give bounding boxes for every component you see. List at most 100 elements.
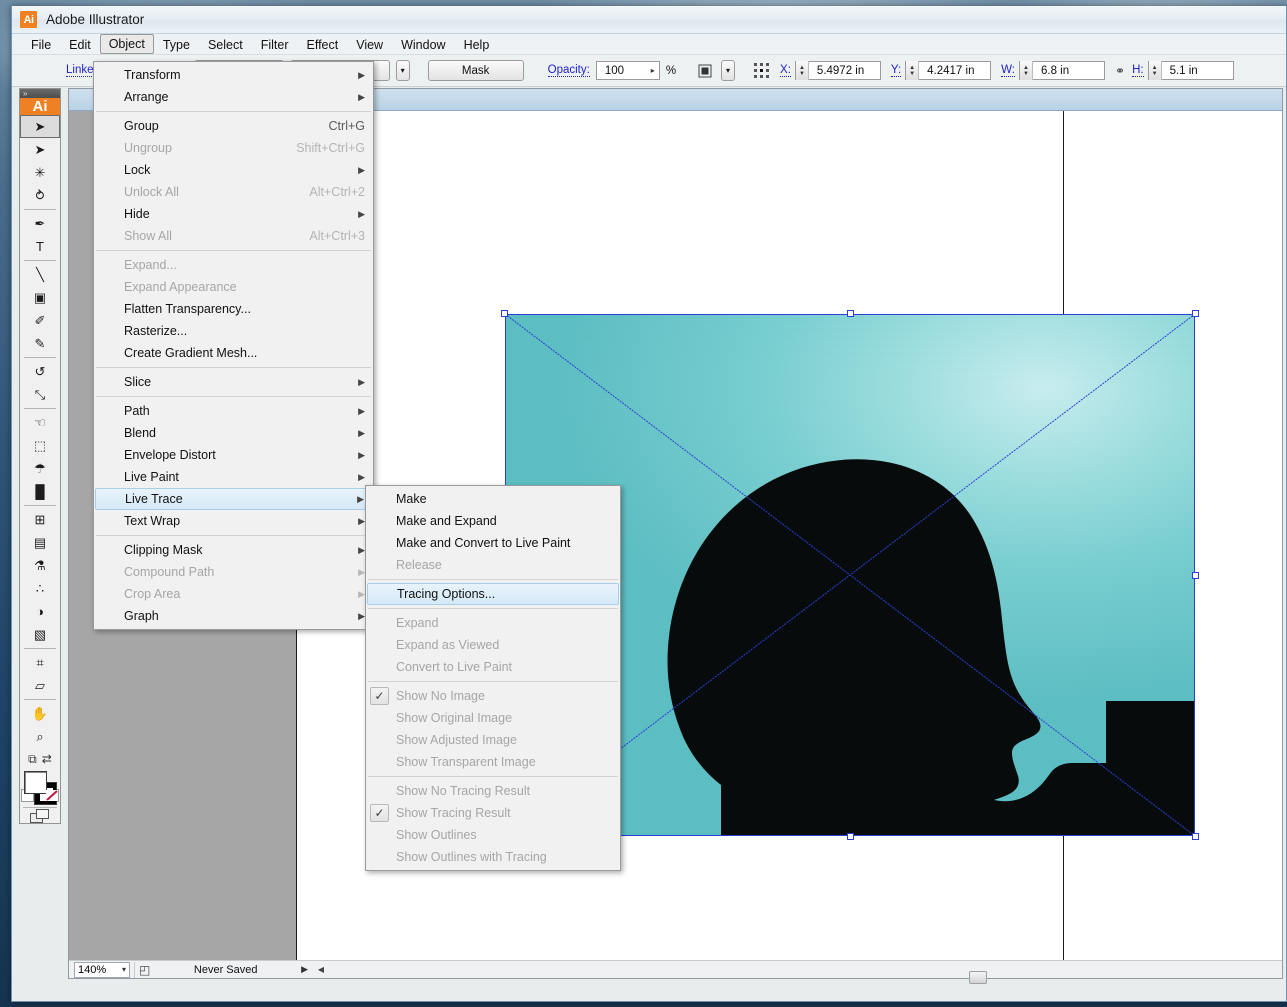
menu-item-show-outlines[interactable]: Show Outlines (366, 824, 620, 846)
transform-panel-icon[interactable] (694, 60, 715, 81)
swap-fill-stroke-icon[interactable]: ⇄ (42, 752, 52, 767)
menu-item-crop-area[interactable]: Crop Area ▶ (94, 583, 373, 605)
zoom-level-combobox[interactable]: 140% ▾ (74, 961, 130, 978)
field-input-y[interactable]: ▲ ▼ 4.2417 in (905, 61, 992, 80)
menu-item-show-original-image[interactable]: Show Original Image (366, 707, 620, 729)
column-graph-tool[interactable]: █ (20, 480, 60, 503)
spinner-icon[interactable]: ▲ ▼ (1148, 61, 1162, 80)
menu-item-show-no-image[interactable]: ✓ Show No Image (366, 685, 620, 707)
menu-item-live-paint[interactable]: Live Paint ▶ (94, 466, 373, 488)
menu-item-unlock-all[interactable]: Unlock All Alt+Ctrl+2 (94, 181, 373, 203)
hand-tool[interactable]: ✋ (20, 702, 60, 725)
menu-item-blend[interactable]: Blend ▶ (94, 422, 373, 444)
menu-filter[interactable]: Filter (252, 34, 298, 54)
none-button[interactable] (46, 789, 58, 801)
live-trace-preset-dropdown[interactable]: ▾ (395, 60, 410, 81)
symbol-sprayer-tool[interactable]: ☂ (20, 457, 60, 480)
direct-selection-tool[interactable]: ➤ (20, 138, 60, 161)
menu-type[interactable]: Type (154, 34, 199, 54)
slice-tool[interactable]: ▱ (20, 674, 60, 697)
menu-object[interactable]: Object (99, 34, 154, 54)
pencil-tool[interactable]: ✎ (20, 332, 60, 355)
default-fill-stroke-icon[interactable]: ⧉ (28, 752, 37, 767)
screen-mode-icon[interactable] (20, 809, 60, 823)
menu-item-make-and-expand[interactable]: Make and Expand (366, 510, 620, 532)
rectangle-tool[interactable]: ▣ (20, 286, 60, 309)
field-group-h[interactable]: ⚭ H: ▲ ▼ 5.1 in (1115, 61, 1234, 80)
handle-top-right[interactable] (1192, 310, 1199, 317)
status-menu-caret-icon[interactable]: ▶ (301, 964, 314, 975)
menu-item-tracing-options[interactable]: Tracing Options... (367, 583, 619, 605)
mask-button[interactable]: Mask (427, 60, 524, 81)
menu-view[interactable]: View (347, 34, 392, 54)
opacity-label[interactable]: Opacity: (547, 64, 590, 77)
constrain-proportions-icon[interactable]: ⚭ (1115, 64, 1125, 78)
object-menu[interactable]: Transform ▶ Arrange ▶ Group Ctrl+G Ungroup Shif… (93, 61, 374, 630)
fill-swatch[interactable] (24, 771, 47, 794)
selection-tool[interactable]: ➤ (20, 115, 60, 138)
chevron-down-icon[interactable]: ▾ (122, 965, 126, 974)
toolbox-panel[interactable]: » Ai ➤ ➤ ✳ ⥁ ✒ T ╲ ▣ ✐ ✎ ↺ ⤡ ☜ ⬚ ☂ █ ⊞ ▤ ⚗ ∴ ◑ ▧ ⌗ ▱ ✋ ⌕ ⧉ ⇄ (19, 88, 61, 824)
handle-top-left[interactable] (501, 310, 508, 317)
mesh-tool[interactable]: ⊞ (20, 508, 60, 531)
gradient-tool[interactable]: ▤ (20, 531, 60, 554)
menu-item-rasterize[interactable]: Rasterize... (94, 320, 373, 342)
spinner-icon[interactable]: ▲ ▼ (1020, 61, 1033, 80)
menu-item-hide[interactable]: Hide ▶ (94, 203, 373, 225)
status-bar[interactable]: 140% ▾ ◰ Never Saved ▶ (69, 960, 314, 978)
menu-item-arrange[interactable]: Arrange ▶ (94, 86, 373, 108)
opacity-slider-caret-icon[interactable]: ▸ (651, 66, 659, 75)
menu-item-compound-path[interactable]: Compound Path ▶ (94, 561, 373, 583)
fill-stroke-swatches[interactable] (20, 769, 60, 805)
live-paint-bucket-tool[interactable]: ◑ (20, 600, 60, 623)
menu-item-show-transparent-image[interactable]: Show Transparent Image (366, 751, 620, 773)
menu-item-show-no-tracing-result[interactable]: Show No Tracing Result (366, 780, 620, 802)
field-input-h[interactable]: ▲ ▼ 5.1 in (1147, 61, 1234, 80)
handle-top-center[interactable] (847, 310, 854, 317)
menu-item-group[interactable]: Group Ctrl+G (94, 115, 373, 137)
toolbox-collapse-handle[interactable]: » (20, 89, 60, 98)
menu-item-release[interactable]: Release (366, 554, 620, 576)
live-trace-submenu[interactable]: Make Make and Expand Make and Convert to L… (365, 485, 621, 871)
menu-item-expand-as-viewed[interactable]: Expand as Viewed (366, 634, 620, 656)
paintbrush-tool[interactable]: ✐ (20, 309, 60, 332)
blend-tool[interactable]: ∴ (20, 577, 60, 600)
menu-item-transform[interactable]: Transform ▶ (94, 64, 373, 86)
pen-tool[interactable]: ✒ (20, 212, 60, 235)
menu-item-show-outlines-with-tracing[interactable]: Show Outlines with Tracing (366, 846, 620, 868)
warp-tool[interactable]: ☜ (20, 411, 60, 434)
menu-item-make-and-convert-to-live-paint[interactable]: Make and Convert to Live Paint (366, 532, 620, 554)
field-group-y[interactable]: Y: ▲ ▼ 4.2417 in (890, 61, 992, 80)
field-group-w[interactable]: W: ▲ ▼ 6.8 in (1001, 61, 1105, 80)
menu-item-flatten-transparency[interactable]: Flatten Transparency... (94, 298, 373, 320)
menu-file[interactable]: File (22, 34, 60, 54)
transform-dropdown[interactable]: ▾ (721, 60, 736, 81)
menu-item-expand[interactable]: Expand (366, 612, 620, 634)
menu-item-show-adjusted-image[interactable]: Show Adjusted Image (366, 729, 620, 751)
menu-item-show-all[interactable]: Show All Alt+Ctrl+3 (94, 225, 373, 247)
menu-edit[interactable]: Edit (60, 34, 100, 54)
field-input-x[interactable]: ▲ ▼ 5.4972 in (794, 61, 881, 80)
menu-window[interactable]: Window (392, 34, 454, 54)
menu-item-convert-to-live-paint[interactable]: Convert to Live Paint (366, 656, 620, 678)
spinner-icon[interactable]: ▲ ▼ (906, 61, 920, 80)
magic-wand-tool[interactable]: ✳ (20, 161, 60, 184)
menu-item-make[interactable]: Make (366, 488, 620, 510)
document-status-icon[interactable]: ◰ (139, 963, 150, 977)
menu-item-envelope-distort[interactable]: Envelope Distort ▶ (94, 444, 373, 466)
scrollbar-thumb[interactable] (969, 970, 987, 984)
menu-item-lock[interactable]: Lock ▶ (94, 159, 373, 181)
type-tool[interactable]: T (20, 235, 60, 258)
menu-item-create-gradient-mesh[interactable]: Create Gradient Mesh... (94, 342, 373, 364)
menu-item-text-wrap[interactable]: Text Wrap ▶ (94, 510, 373, 532)
field-input-w[interactable]: ▲ ▼ 6.8 in (1019, 61, 1105, 80)
menu-item-clipping-mask[interactable]: Clipping Mask ▶ (94, 539, 373, 561)
scroll-left-caret-icon[interactable]: ◀ (317, 965, 325, 974)
zoom-tool[interactable]: ⌕ (20, 725, 60, 748)
field-group-x[interactable]: X: ▲ ▼ 5.4972 in (780, 61, 881, 80)
menu-item-ungroup[interactable]: Ungroup Shift+Ctrl+G (94, 137, 373, 159)
opacity-input[interactable]: 100 ▸ (595, 61, 660, 80)
scale-tool[interactable]: ⤡ (20, 383, 60, 406)
fill-stroke-shortcuts[interactable]: ⧉ ⇄ (20, 752, 60, 767)
line-segment-tool[interactable]: ╲ (20, 263, 60, 286)
